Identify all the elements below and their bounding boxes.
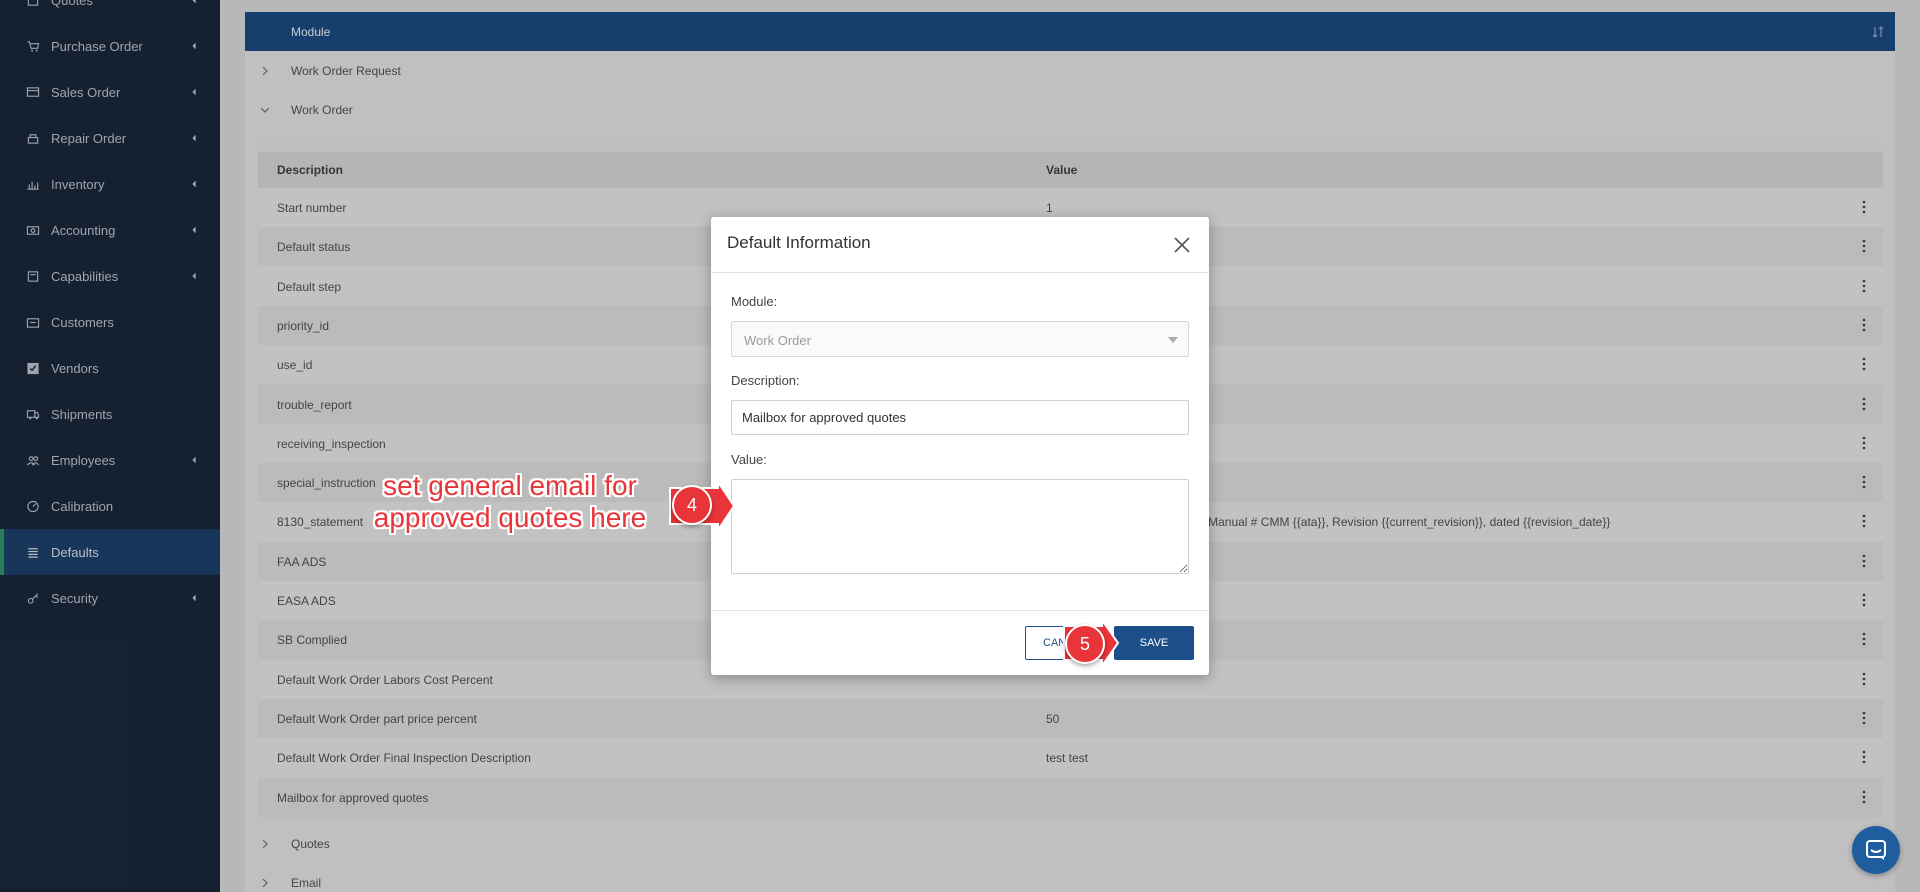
close-icon[interactable] xyxy=(1173,236,1191,254)
chat-launcher-button[interactable] xyxy=(1852,826,1900,874)
dialog-footer-divider xyxy=(711,610,1209,611)
step-badge-5: 5 xyxy=(1065,624,1105,664)
value-field-label: Value: xyxy=(731,452,767,467)
annotation-callout-text: set general email for approved quotes he… xyxy=(373,470,647,533)
dropdown-arrow-icon xyxy=(1168,337,1178,343)
chat-icon xyxy=(1866,840,1886,860)
value-textarea[interactable] xyxy=(731,479,1189,574)
dialog-title: Default Information xyxy=(727,233,871,252)
dialog-header-divider xyxy=(711,272,1209,273)
step-badge-4: 4 xyxy=(672,485,712,525)
default-information-dialog: Default Information Module: Work Order D… xyxy=(711,217,1209,675)
module-select-value: Work Order xyxy=(744,333,811,348)
save-button[interactable]: SAVE xyxy=(1114,626,1194,660)
module-field-label: Module: xyxy=(731,294,778,309)
description-input[interactable] xyxy=(731,400,1189,435)
description-field-label: Description: xyxy=(731,373,800,388)
module-select[interactable]: Work Order xyxy=(731,321,1189,357)
